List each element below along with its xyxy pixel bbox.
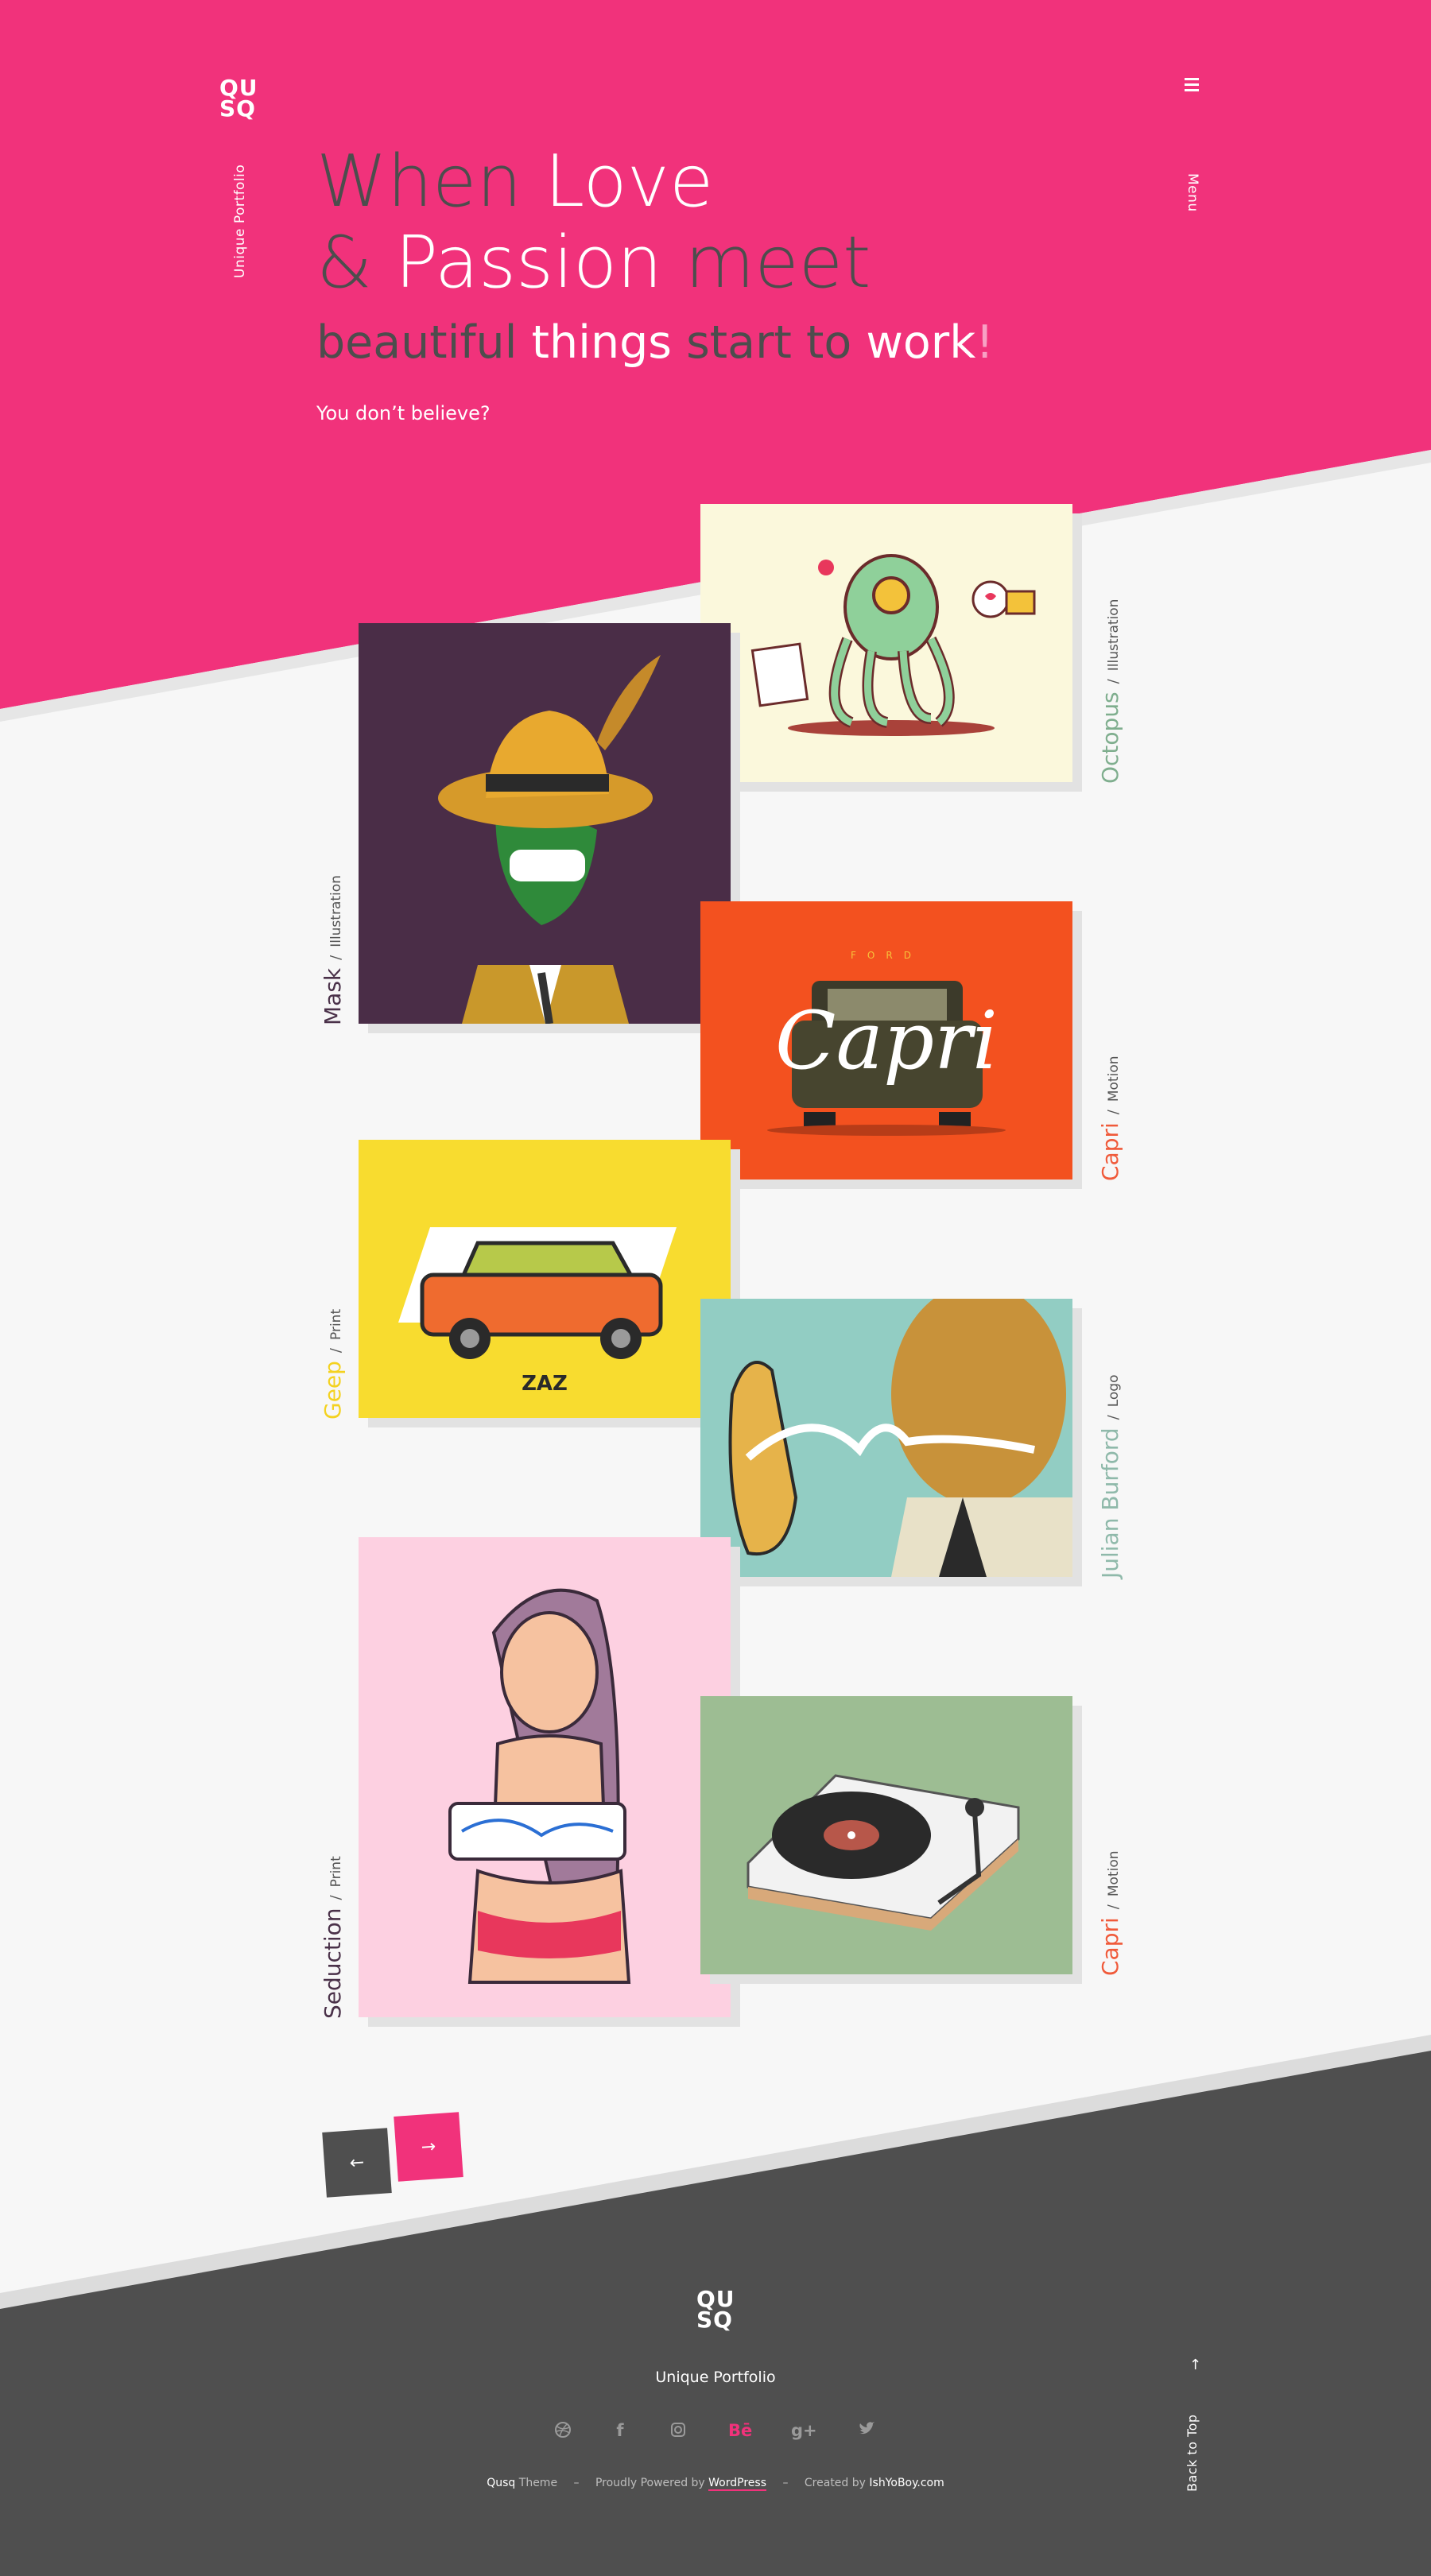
portfolio-card-capri-turntable[interactable] [700,1696,1072,1974]
portfolio-label-capri[interactable]: Capri/Motion [1097,1056,1123,1182]
svg-text:ZAZ: ZAZ [522,1372,568,1396]
prev-page-button[interactable]: ← [322,2128,392,2198]
seduction-artwork [359,1537,731,2017]
portfolio-card-mask[interactable] [359,623,731,1024]
portfolio-label-mask[interactable]: Mask/Illustration [320,875,346,1025]
facebook-icon[interactable]: f [608,2421,632,2445]
geep-artwork: ZAZ [359,1140,731,1418]
svg-text:FORD: FORD [851,950,922,961]
hero-question: You don’t believe? [316,402,491,424]
capri-artwork: FORD Capri [700,901,1072,1180]
hero-headline: When Love & Passion meet [316,140,871,304]
svg-text:Capri: Capri [775,994,998,1087]
portfolio-card-geep[interactable]: ZAZ [359,1140,731,1418]
menu-icon[interactable] [1185,78,1200,92]
google-plus-icon[interactable]: g+ [791,2421,817,2445]
julian-burford-artwork [700,1299,1072,1577]
portfolio-card-julian-burford[interactable] [700,1299,1072,1577]
twitter-icon[interactable] [855,2421,878,2445]
theme-name: Qusq [487,2477,516,2489]
instagram-icon[interactable] [666,2421,690,2445]
logo[interactable]: QU SQ [219,77,258,120]
footer-tagline: Unique Portfolio [655,2369,776,2386]
portfolio-label-seduction[interactable]: Seduction/Print [320,1856,346,2019]
author-link[interactable]: IshYoBoy.com [869,2477,944,2489]
footer-credits: Qusq Theme – Proudly Powered by WordPres… [487,2477,944,2491]
portfolio-label-octopus[interactable]: Octopus/Illustration [1097,599,1123,784]
arrow-up-icon: ↑ [1189,2357,1202,2373]
portfolio-card-octopus[interactable] [700,504,1072,782]
portfolio-card-seduction[interactable] [359,1537,731,2017]
portfolio-card-capri[interactable]: FORD Capri [700,901,1072,1180]
footer-logo[interactable]: QU SQ [696,2288,735,2331]
turntable-artwork [700,1696,1072,1974]
wordpress-link[interactable]: WordPress [708,2477,766,2491]
portfolio-label-capri-turntable[interactable]: Capri/Motion [1097,1851,1123,1977]
next-page-button[interactable]: → [394,2112,463,2182]
menu-label[interactable]: Menu [1185,173,1200,212]
hero-subheadline: beautiful things start to work! [316,316,995,369]
octopus-artwork [700,504,1072,782]
portfolio-label-geep[interactable]: Geep/Print [320,1309,346,1420]
dribbble-icon[interactable] [551,2421,575,2445]
mask-artwork [359,623,731,1024]
brand-tagline: Unique Portfolio [232,164,248,278]
behance-icon[interactable]: Bē [728,2421,752,2445]
portfolio-label-julian-burford[interactable]: Julian Burford/Logo [1097,1375,1123,1579]
